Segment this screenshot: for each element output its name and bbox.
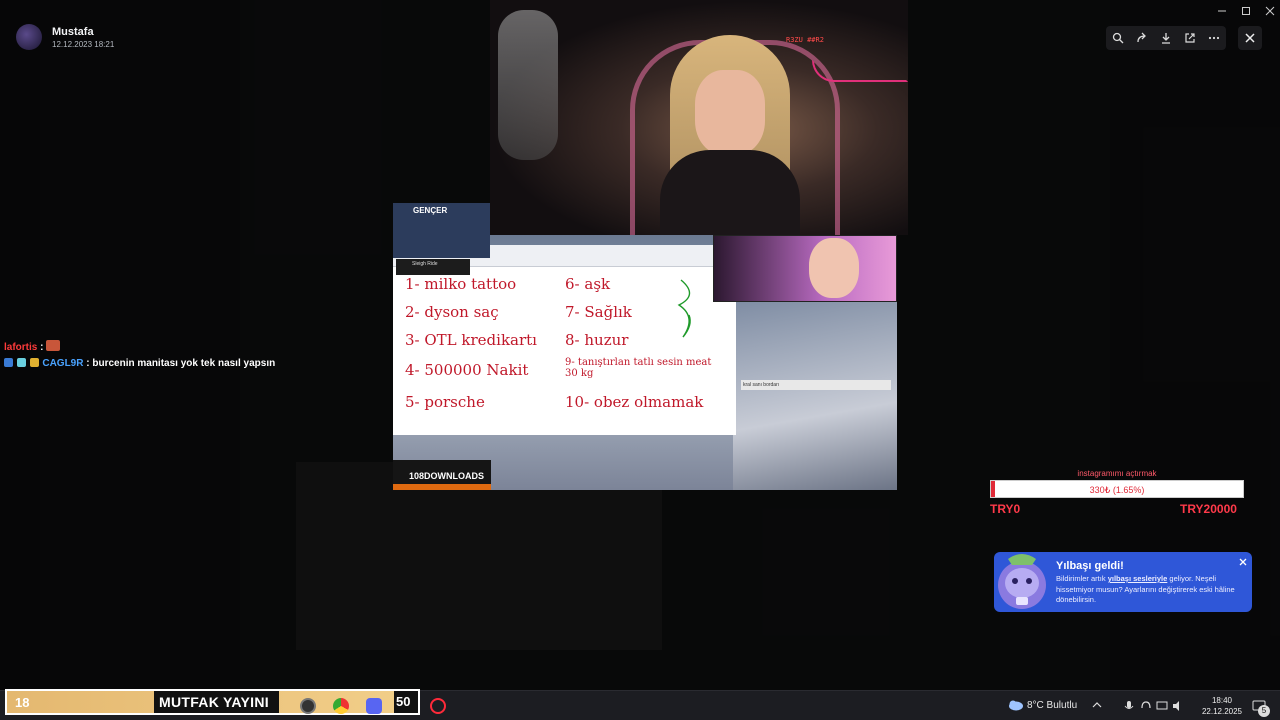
chat-text: : [40, 342, 44, 353]
chat-message: CAGL9R : burcenin manitası yok tek nasıl… [4, 358, 275, 369]
wish-item: 6- aşk [565, 275, 611, 293]
emote-icon [46, 340, 61, 351]
close-icon [1245, 33, 1255, 43]
minimize-icon[interactable] [1210, 4, 1234, 18]
wish-item: 3- OTL kredikartı [405, 331, 537, 349]
notification-text: Bildirimler artık [1056, 574, 1108, 583]
streamer-face-shape [695, 70, 765, 155]
notification-body: Bildirimler artık yılbaşı sesleriyle gel… [1056, 574, 1246, 606]
overlay-right-number: 50 [396, 694, 411, 709]
image-author: Mustafa 12.12.2023 18:21 [16, 24, 114, 50]
opera-icon[interactable] [430, 698, 446, 714]
sponsor-label: GENÇER [413, 206, 448, 215]
wish-item: 8- huzur [565, 331, 629, 349]
badge-icon [29, 358, 39, 367]
stream-webcam: R3ZU ##R2 [490, 0, 908, 235]
mascot-icon [998, 554, 1046, 609]
cloud-icon [1009, 700, 1023, 711]
goal-title: instagramımı açtırmak [1077, 469, 1157, 478]
badge-icon [4, 358, 13, 367]
network-icon[interactable] [1156, 700, 1168, 712]
wish-item: 10- obez olmamak [565, 393, 704, 411]
song-title: Sleigh Ride [412, 261, 438, 267]
notification-close-button[interactable] [1237, 556, 1249, 568]
lamp-shape [498, 10, 558, 160]
chat-username: CAGL9R [42, 358, 84, 369]
notification-link[interactable]: yılbaşı sesleriyle [1108, 574, 1168, 583]
chat-text: : burcenin manitası yok tek nasıl yapsın [86, 358, 276, 369]
author-date: 12.12.2023 18:21 [52, 39, 115, 49]
microphone-icon[interactable] [1124, 700, 1134, 712]
sponsor-logo: GENÇER [393, 203, 490, 258]
screen: Mustafa 12.12.2023 18:21 R3ZU ##R2 1- mi… [0, 0, 1280, 720]
wish-item: 5- porsche [405, 393, 485, 411]
downloads-accent [393, 484, 491, 490]
goal-progress-text: 330₺ (1.65%) [1089, 485, 1145, 495]
streamer-body-shape [660, 150, 800, 235]
window-close-icon[interactable] [1258, 4, 1280, 18]
headset-icon[interactable] [1140, 700, 1152, 712]
wish-item: 4- 500000 Nakit [405, 361, 529, 379]
viewer-toolbar [1106, 26, 1226, 50]
goal-progress-bar: 330₺ (1.65%) [990, 480, 1244, 498]
zoom-icon[interactable] [1106, 26, 1130, 50]
maximize-icon[interactable] [1234, 4, 1258, 18]
game-label-text: kral sanı bordarı [743, 382, 780, 388]
open-external-icon[interactable] [1178, 26, 1202, 50]
neon-light-shape [812, 60, 908, 82]
chrome-icon[interactable] [333, 698, 349, 714]
cam-label: R3ZU ##R2 [786, 36, 824, 44]
avatar[interactable] [16, 24, 42, 50]
game-label: kral sanı bordarı [741, 380, 891, 390]
wish-item: 7- Sağlık [565, 303, 632, 321]
overlay-left-number: 18 [15, 695, 30, 710]
stream-title-overlay: 18 MUTFAK YAYINI 50 [5, 689, 420, 715]
weather-text[interactable]: 8°C Bulutlu [1027, 700, 1077, 711]
overlay-title: MUTFAK YAYINI [159, 694, 269, 710]
window-controls [1210, 4, 1280, 18]
goal-min-label: TRY0 [990, 502, 1021, 516]
forward-icon[interactable] [1130, 26, 1154, 50]
pip-face-shape [809, 238, 859, 298]
wish-item: 2- dyson saç [405, 303, 499, 321]
close-icon [1239, 558, 1247, 566]
chat-message: lafortis : [4, 340, 61, 353]
close-viewer-button[interactable] [1238, 26, 1262, 50]
notification-count-badge: 5 [1258, 705, 1270, 717]
goal-max-label: TRY20000 [1180, 502, 1237, 516]
author-name[interactable]: Mustafa [52, 26, 114, 38]
download-icon[interactable] [1154, 26, 1178, 50]
wish-item: 1- milko tattoo [405, 275, 517, 293]
chat-username: lafortis [4, 342, 38, 353]
clock-time: 18:40 [1211, 696, 1233, 705]
obs-icon[interactable] [300, 698, 316, 714]
speaker-icon[interactable] [1172, 700, 1184, 712]
now-playing: Sleigh Ride [396, 259, 470, 275]
downloads-label: 108DOWNLOADS [409, 471, 485, 481]
green-scribble-shape [677, 279, 691, 338]
pip-webcam [713, 235, 897, 302]
discord-icon[interactable] [366, 698, 382, 714]
taskbar-clock[interactable]: 18:40 22.12.2025 [1200, 695, 1244, 717]
chevron-up-icon[interactable] [1092, 701, 1102, 709]
badge-icon [16, 358, 26, 367]
snow-scene-image [733, 300, 897, 490]
notification-title: Yılbaşı geldi! [1056, 560, 1124, 572]
wish-item: 9- tanıştırlan tatlı sesin meat 30 kg [565, 357, 712, 379]
clock-date: 22.12.2025 [1201, 707, 1243, 716]
more-options-icon[interactable] [1202, 26, 1226, 50]
